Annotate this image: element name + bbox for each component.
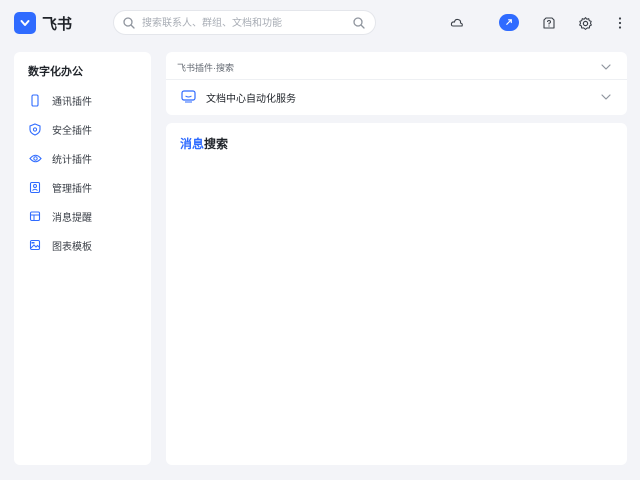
- sidebar-item-3[interactable]: 管理插件: [28, 177, 143, 197]
- top-panel: 飞书插件·搜索 文档中心自动化服务: [166, 52, 627, 115]
- sidebar-item-label: 统计插件: [52, 154, 92, 166]
- contact-card-icon: [28, 180, 42, 194]
- main-panel-title-accent: 消息: [180, 137, 205, 151]
- sidebar-item-4[interactable]: 消息提醒: [28, 206, 143, 226]
- image-icon: [28, 238, 42, 252]
- help-icon[interactable]: [541, 15, 557, 31]
- chevron-down-icon[interactable]: [600, 61, 612, 73]
- settings-icon[interactable]: [577, 15, 593, 31]
- shield-icon: [28, 122, 42, 136]
- app-logo-icon[interactable]: [14, 12, 36, 34]
- plugin-search-row[interactable]: 飞书插件·搜索: [166, 52, 627, 80]
- chat-bubble-icon: [181, 90, 196, 103]
- cloud-icon[interactable]: [449, 15, 465, 31]
- app-name: 飞书: [42, 16, 73, 33]
- doc-center-label: 文档中心自动化服务: [206, 94, 296, 105]
- sidebar-item-label: 安全插件: [52, 125, 92, 137]
- search-box[interactable]: [113, 10, 376, 35]
- top-bar: 飞书: [0, 0, 640, 46]
- plugin-search-label: 飞书插件·搜索: [177, 63, 234, 73]
- sidebar-item-2[interactable]: 统计插件: [28, 148, 143, 168]
- sidebar-title: 数字化办公: [28, 66, 83, 78]
- search-icon: [123, 17, 135, 29]
- sidebar-item-1[interactable]: 安全插件: [28, 119, 143, 139]
- chevron-down-icon[interactable]: [600, 91, 612, 103]
- status-toggle-button[interactable]: [499, 14, 519, 31]
- search-input[interactable]: [142, 14, 342, 32]
- main-panel-title-rest: 搜索: [204, 137, 229, 151]
- sidebar-item-label: 图表模板: [52, 241, 92, 253]
- sidebar-item-label: 管理插件: [52, 183, 92, 195]
- eye-icon: [28, 151, 42, 165]
- sidebar-item-label: 消息提醒: [52, 212, 92, 224]
- sidebar-item-0[interactable]: 通讯插件: [28, 90, 143, 110]
- sidebar: 数字化办公 通讯插件 安全插件 统计插件 管理插件 消息提醒 图表模板: [14, 52, 151, 465]
- phone-icon: [28, 93, 42, 107]
- search-submit-icon[interactable]: [352, 16, 366, 30]
- main-panel: 消息搜索: [166, 123, 627, 465]
- sidebar-item-5[interactable]: 图表模板: [28, 235, 143, 255]
- main-panel-title: 消息搜索: [180, 135, 228, 152]
- more-options-icon[interactable]: [612, 15, 628, 31]
- sidebar-item-label: 通讯插件: [52, 96, 92, 108]
- calendar-icon: [28, 209, 42, 223]
